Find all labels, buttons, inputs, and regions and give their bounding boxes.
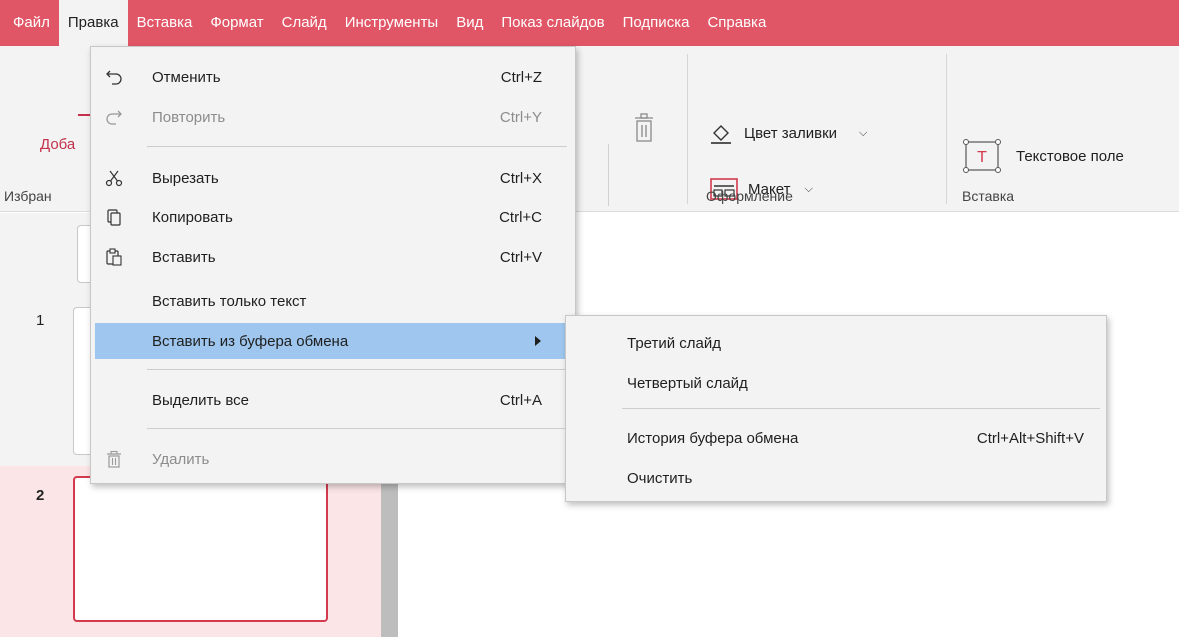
clipboard-history-item[interactable]: История буфера обмена Ctrl+Alt+Shift+V bbox=[566, 420, 1106, 456]
menu-edit[interactable]: Правка bbox=[58, 0, 128, 46]
slide-thumbnail-selected[interactable] bbox=[73, 476, 328, 622]
group-insert-label: Вставка bbox=[962, 188, 1015, 204]
select-all-item[interactable]: Выделить все Ctrl+A bbox=[91, 382, 575, 418]
paste-shortcut: Ctrl+V bbox=[499, 248, 542, 266]
select-all-label: Выделить все bbox=[152, 391, 250, 409]
redo-label: Повторить bbox=[152, 108, 226, 126]
divider bbox=[608, 144, 609, 206]
scissors-icon bbox=[104, 168, 124, 188]
clipboard-entry[interactable]: Третий слайд bbox=[566, 325, 1106, 361]
menu-slideshow[interactable]: Показ слайдов bbox=[492, 0, 613, 46]
textbox-button[interactable]: T Текстовое поле bbox=[962, 138, 1124, 174]
submenu-arrow-icon bbox=[535, 336, 541, 346]
slide-number: 1 bbox=[36, 312, 45, 329]
menu-separator bbox=[147, 428, 567, 429]
menu-subscription[interactable]: Подписка bbox=[614, 0, 699, 46]
menu-separator bbox=[622, 408, 1100, 409]
copy-shortcut: Ctrl+C bbox=[499, 208, 542, 226]
delete-item[interactable]: Удалить bbox=[91, 441, 575, 477]
redo-icon bbox=[104, 107, 124, 127]
paste-from-clipboard-item[interactable]: Вставить из буфера обмена bbox=[95, 323, 569, 359]
undo-item[interactable]: Отменить Ctrl+Z bbox=[91, 59, 575, 95]
chevron-down-icon[interactable]: ⌵ bbox=[804, 183, 812, 196]
paste-from-clipboard-label: Вставить из буфера обмена bbox=[152, 332, 349, 350]
textbox-label: Текстовое поле bbox=[1016, 147, 1124, 165]
menu-separator bbox=[147, 369, 567, 370]
clipboard-entry-label: Четвертый слайд bbox=[627, 374, 748, 392]
copy-icon bbox=[104, 207, 124, 227]
paint-bucket-icon bbox=[711, 125, 731, 144]
paste-item[interactable]: Вставить Ctrl+V bbox=[91, 239, 575, 275]
cut-label: Вырезать bbox=[152, 169, 219, 187]
menu-bar: Файл Правка Вставка Формат Слайд Инструм… bbox=[0, 0, 1179, 46]
copy-item[interactable]: Копировать Ctrl+C bbox=[91, 199, 575, 235]
slide-number: 2 bbox=[36, 487, 45, 504]
menu-format[interactable]: Формат bbox=[201, 0, 272, 46]
divider bbox=[687, 54, 688, 204]
group-design-label: Оформление bbox=[706, 188, 793, 204]
edit-menu: Отменить Ctrl+Z Повторить Ctrl+Y Вырезат… bbox=[90, 46, 576, 484]
clear-clipboard-item[interactable]: Очистить bbox=[566, 460, 1106, 496]
paste-text-only-label: Вставить только текст bbox=[152, 292, 307, 310]
clipboard-entry-label: Третий слайд bbox=[627, 334, 722, 352]
redo-shortcut: Ctrl+Y bbox=[499, 108, 542, 126]
cut-shortcut: Ctrl+X bbox=[499, 169, 542, 187]
menu-insert[interactable]: Вставка bbox=[128, 0, 202, 46]
undo-label: Отменить bbox=[152, 68, 221, 86]
chevron-down-icon[interactable]: ⌵ bbox=[859, 127, 867, 140]
add-slide-icon bbox=[78, 114, 90, 116]
delete-label: Удалить bbox=[152, 450, 210, 468]
copy-label: Копировать bbox=[152, 208, 233, 226]
clear-clipboard-label: Очистить bbox=[627, 469, 693, 487]
menu-separator bbox=[147, 146, 567, 147]
group-favorites-label: Избран bbox=[4, 188, 52, 204]
fill-color-button[interactable]: Цвет заливки ⌵ bbox=[708, 120, 867, 146]
trash-icon bbox=[104, 449, 124, 469]
svg-text:T: T bbox=[977, 149, 987, 166]
menu-view[interactable]: Вид bbox=[447, 0, 492, 46]
trash-icon[interactable] bbox=[632, 112, 656, 144]
paste-icon bbox=[104, 247, 124, 267]
clipboard-submenu: Третий слайд Четвертый слайд История буф… bbox=[565, 315, 1107, 502]
menu-file[interactable]: Файл bbox=[0, 0, 59, 46]
clipboard-entry[interactable]: Четвертый слайд bbox=[566, 365, 1106, 401]
cut-item[interactable]: Вырезать Ctrl+X bbox=[91, 160, 575, 196]
menu-slide[interactable]: Слайд bbox=[273, 0, 336, 46]
clipboard-history-shortcut: Ctrl+Alt+Shift+V bbox=[976, 429, 1084, 447]
undo-icon bbox=[104, 67, 124, 87]
menu-tools[interactable]: Инструменты bbox=[336, 0, 448, 46]
paste-text-only-item[interactable]: Вставить только текст bbox=[91, 283, 575, 319]
redo-item[interactable]: Повторить Ctrl+Y bbox=[91, 99, 575, 135]
divider bbox=[946, 54, 947, 204]
menu-help[interactable]: Справка bbox=[698, 0, 775, 46]
undo-shortcut: Ctrl+Z bbox=[500, 68, 542, 86]
textbox-icon: T bbox=[963, 139, 1001, 173]
paste-label: Вставить bbox=[152, 248, 216, 266]
select-all-shortcut: Ctrl+A bbox=[499, 391, 542, 409]
fill-color-label: Цвет заливки bbox=[744, 124, 838, 142]
add-slide-button[interactable]: Доба bbox=[40, 136, 75, 153]
clipboard-history-label: История буфера обмена bbox=[627, 429, 799, 447]
